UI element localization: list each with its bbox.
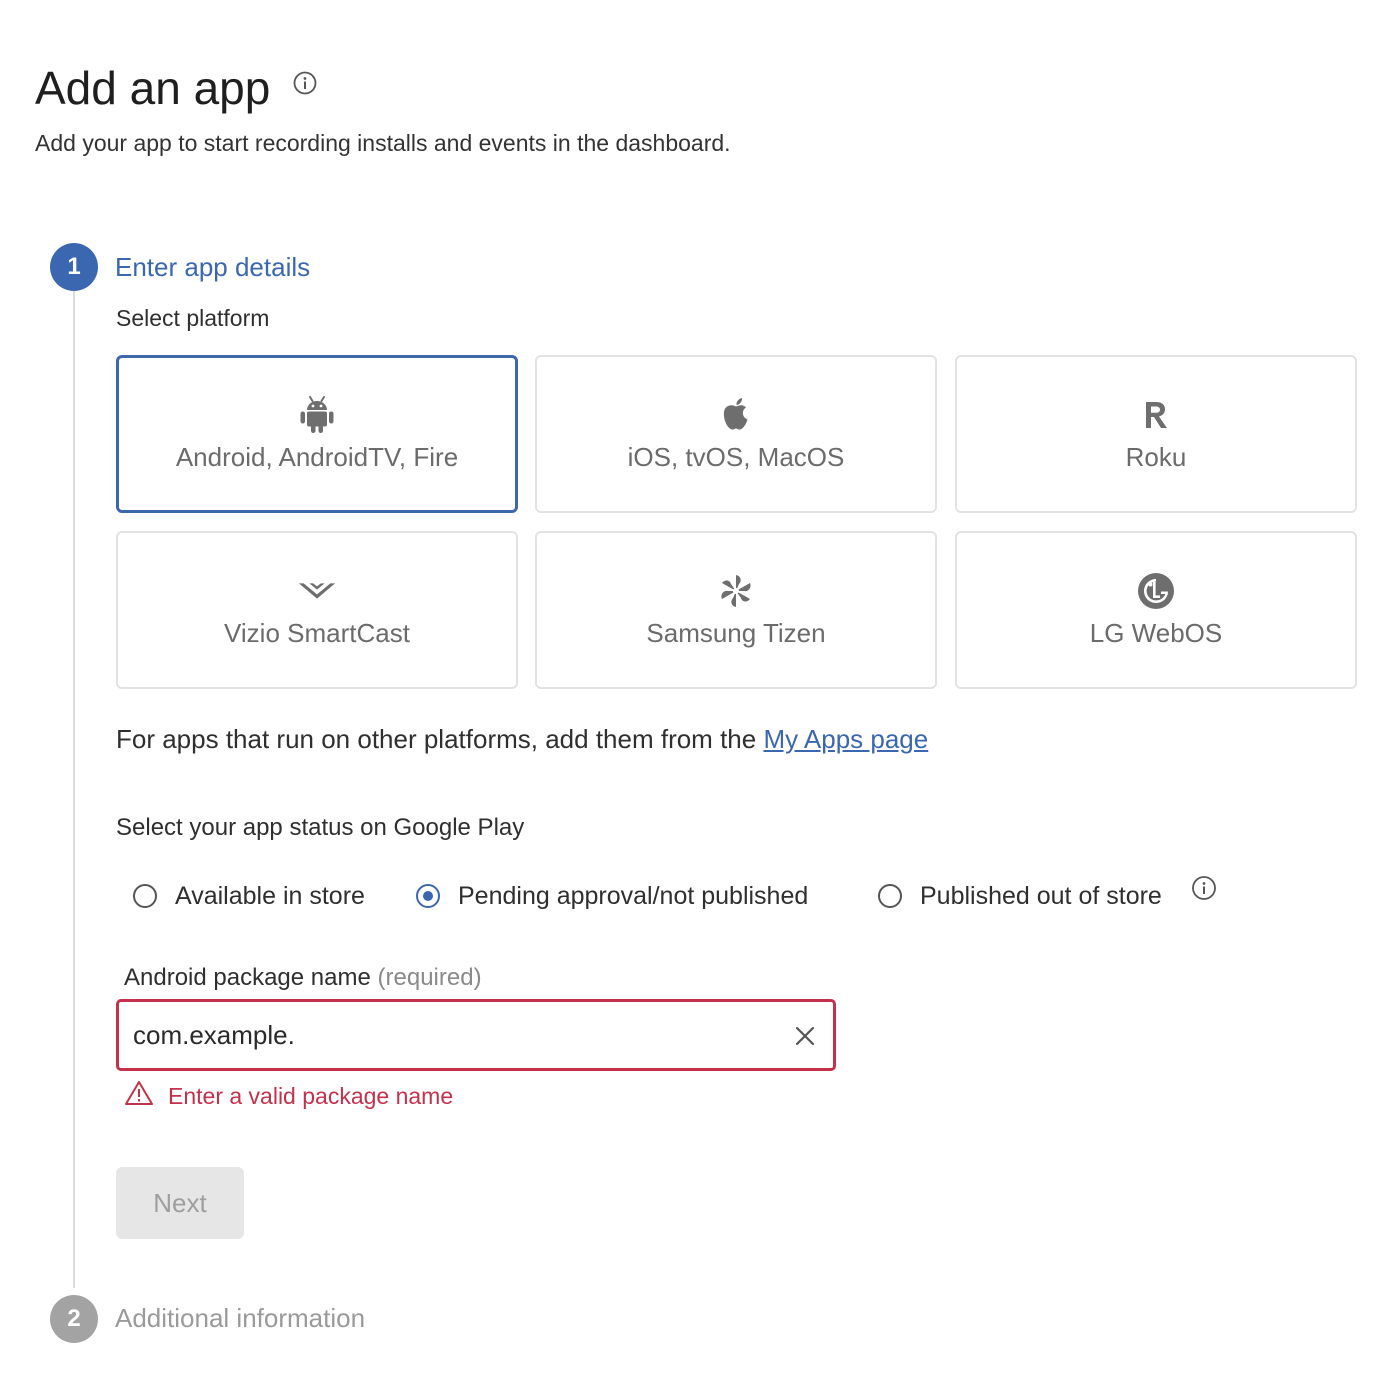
step-2-title: Additional information — [115, 1303, 366, 1333]
step-1-badge: 1 — [50, 243, 98, 291]
radio-label: Pending approval/not published — [458, 882, 809, 910]
package-name-input[interactable] — [133, 1014, 773, 1056]
stepper-line — [73, 290, 75, 1288]
package-name-error: Enter a valid package name — [124, 1080, 453, 1111]
radio-label: Available in store — [175, 882, 365, 910]
select-platform-label: Select platform — [116, 305, 270, 331]
radio-button[interactable] — [416, 884, 440, 908]
error-message: Enter a valid package name — [168, 1082, 454, 1109]
platform-tile-roku[interactable]: Roku — [955, 355, 1357, 513]
radio-published-out-of-store[interactable]: Published out of store — [878, 880, 1162, 912]
app-status-label: Select your app status on Google Play — [116, 814, 525, 841]
other-platforms-label: For apps that run on other platforms, ad… — [116, 724, 757, 754]
package-name-field-container — [116, 999, 836, 1071]
package-name-label: Android package name (required) — [124, 963, 482, 993]
page-subtitle: Add your app to start recording installs… — [35, 130, 731, 156]
platform-label: Android, AndroidTV, Fire — [175, 442, 459, 472]
step-1-title: Enter app details — [115, 252, 311, 282]
radio-available-in-store[interactable]: Available in store — [133, 880, 365, 912]
roku-icon — [1136, 395, 1176, 435]
next-button[interactable]: Next — [116, 1167, 244, 1239]
platform-tile-android[interactable]: Android, AndroidTV, Fire — [116, 355, 518, 513]
info-icon[interactable] — [292, 70, 318, 96]
clear-icon[interactable] — [793, 1024, 817, 1048]
step-2-badge: 2 — [50, 1295, 98, 1343]
platform-label: Samsung Tizen — [646, 618, 826, 648]
radio-label: Published out of store — [920, 882, 1162, 910]
platform-label: LG WebOS — [1089, 618, 1223, 648]
other-platforms-text: For apps that run on other platforms, ad… — [116, 722, 928, 756]
platform-tile-tizen[interactable]: Samsung Tizen — [535, 531, 937, 689]
tizen-icon — [716, 571, 756, 611]
radio-pending-approval[interactable]: Pending approval/not published — [416, 880, 808, 912]
package-name-label-text: Android package name — [124, 964, 371, 991]
required-label: (required) — [377, 964, 482, 991]
android-icon — [297, 395, 337, 435]
my-apps-page-link[interactable]: My Apps page — [763, 724, 928, 754]
apple-icon — [716, 395, 756, 435]
platform-label: Roku — [1125, 442, 1187, 472]
radio-button[interactable] — [878, 884, 902, 908]
info-icon[interactable] — [1191, 875, 1217, 901]
platform-tile-lg[interactable]: LG WebOS — [955, 531, 1357, 689]
platform-tile-ios[interactable]: iOS, tvOS, MacOS — [535, 355, 937, 513]
platform-label: iOS, tvOS, MacOS — [627, 442, 845, 472]
radio-button[interactable] — [133, 884, 157, 908]
platform-label: Vizio SmartCast — [224, 618, 410, 648]
platform-tile-vizio[interactable]: Vizio SmartCast — [116, 531, 518, 689]
page-title: Add an app — [35, 62, 271, 114]
warning-icon — [124, 1080, 154, 1111]
vizio-icon — [297, 571, 337, 611]
lg-icon — [1136, 571, 1176, 611]
